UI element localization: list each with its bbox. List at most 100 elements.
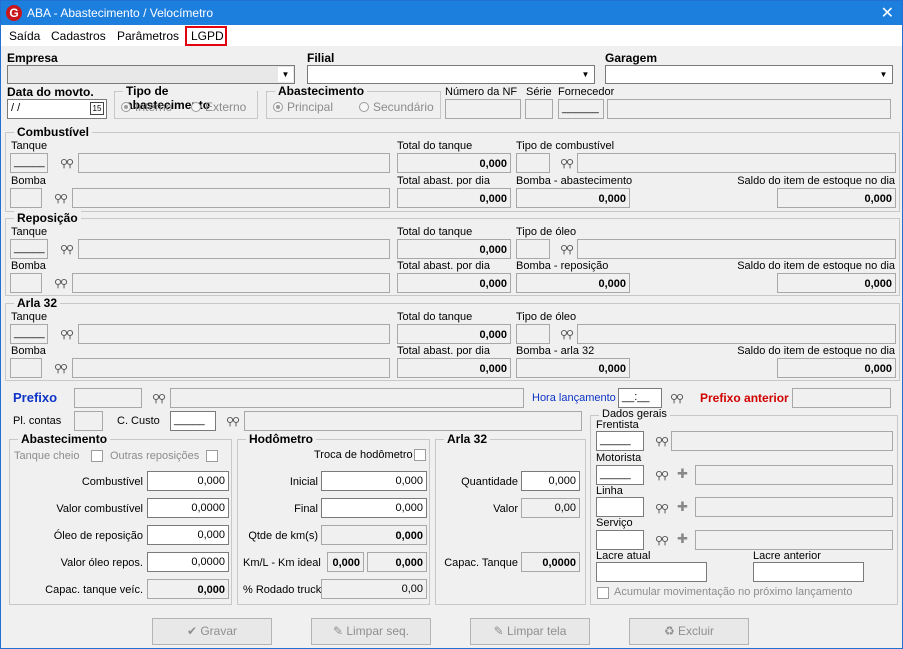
prefixo-name-input[interactable] bbox=[170, 388, 524, 408]
menu-parametros[interactable]: Parâmetros bbox=[117, 29, 179, 43]
bomba-label: Bomba bbox=[11, 345, 46, 357]
servico-input[interactable] bbox=[596, 530, 644, 550]
prefixo-input[interactable] bbox=[74, 388, 142, 408]
gravar-button[interactable]: ✔ Gravar bbox=[152, 618, 272, 645]
binoculars-icon[interactable]: ⚲⚲ bbox=[655, 469, 669, 482]
chevron-down-icon[interactable]: ▼ bbox=[578, 67, 593, 82]
tipo-name-input[interactable] bbox=[577, 153, 896, 173]
valor-oleo-input[interactable]: 0,0000 bbox=[147, 552, 229, 572]
tipo-name-input[interactable] bbox=[577, 239, 896, 259]
bomba-name-input[interactable] bbox=[72, 273, 390, 293]
add-icon[interactable]: ✚ bbox=[677, 499, 688, 515]
binoculars-icon[interactable]: ⚲⚲ bbox=[560, 243, 574, 256]
menu-lgpd[interactable]: LGPD bbox=[185, 26, 227, 46]
add-icon[interactable]: ✚ bbox=[677, 531, 688, 547]
radio-secundario[interactable]: Secundário bbox=[359, 100, 434, 114]
chevron-down-icon[interactable]: ▼ bbox=[876, 67, 891, 82]
quantidade-input[interactable]: 0,000 bbox=[521, 471, 580, 491]
add-icon[interactable]: ✚ bbox=[677, 466, 688, 482]
outras-checkbox[interactable] bbox=[206, 450, 218, 462]
troca-hodometro-label: Troca de hodômetro bbox=[314, 449, 413, 461]
binoculars-icon[interactable]: ⚲⚲ bbox=[54, 277, 68, 290]
linha-name-input[interactable] bbox=[695, 497, 893, 517]
tanque-cheio-checkbox[interactable] bbox=[91, 450, 103, 462]
binoculars-icon[interactable]: ⚲⚲ bbox=[226, 415, 240, 428]
troca-hodometro-checkbox[interactable] bbox=[414, 449, 426, 461]
fornecedor-code-input[interactable]: ______ bbox=[558, 99, 604, 119]
bomba-name-input[interactable] bbox=[72, 358, 390, 378]
binoculars-icon[interactable]: ⚲⚲ bbox=[670, 392, 684, 405]
frentista-input[interactable]: _____ bbox=[596, 431, 644, 451]
garagem-select[interactable]: ▼ bbox=[605, 65, 893, 84]
close-icon[interactable]: ✕ bbox=[881, 3, 894, 23]
inicial-input[interactable]: 0,000 bbox=[321, 471, 427, 491]
acumular-checkbox[interactable] bbox=[597, 587, 609, 599]
radio-principal[interactable]: Principal bbox=[273, 100, 333, 114]
tipo-name-input[interactable] bbox=[577, 324, 896, 344]
binoculars-icon[interactable]: ⚲⚲ bbox=[560, 328, 574, 341]
rodado-value: 0,00 bbox=[321, 579, 427, 599]
hora-input[interactable]: __:__ bbox=[618, 388, 662, 408]
saldo-value: 0,000 bbox=[777, 188, 896, 208]
limpar-seq-button[interactable]: ✎ Limpar seq. bbox=[311, 618, 431, 645]
lacre-anterior-input[interactable] bbox=[753, 562, 864, 582]
calendar-icon[interactable]: 15 bbox=[90, 102, 104, 115]
chevron-down-icon[interactable]: ▼ bbox=[278, 67, 293, 82]
prefixo-label: Prefixo bbox=[13, 390, 58, 405]
tanque-code-input[interactable]: _____ bbox=[10, 153, 48, 173]
binoculars-icon[interactable]: ⚲⚲ bbox=[54, 192, 68, 205]
binoculars-icon[interactable]: ⚲⚲ bbox=[560, 157, 574, 170]
motorista-input[interactable]: _____ bbox=[596, 465, 644, 485]
c-custo-name-input[interactable] bbox=[244, 411, 582, 431]
motorista-name-input[interactable] bbox=[695, 465, 893, 485]
oleo-reposicao-input[interactable]: 0,000 bbox=[147, 525, 229, 545]
tanque-code-input[interactable]: _____ bbox=[10, 239, 48, 259]
binoculars-icon[interactable]: ⚲⚲ bbox=[60, 157, 74, 170]
menu-saida[interactable]: Saída bbox=[9, 29, 40, 43]
capac-tanque-value: 0,000 bbox=[147, 579, 229, 599]
binoculars-icon[interactable]: ⚲⚲ bbox=[655, 534, 669, 547]
tipo-code-input[interactable] bbox=[516, 324, 550, 344]
binoculars-icon[interactable]: ⚲⚲ bbox=[655, 502, 669, 515]
serie-input[interactable] bbox=[525, 99, 553, 119]
frentista-name-input[interactable] bbox=[671, 431, 893, 451]
binoculars-icon[interactable]: ⚲⚲ bbox=[655, 435, 669, 448]
filial-select[interactable]: ▼ bbox=[307, 65, 595, 84]
binoculars-icon[interactable]: ⚲⚲ bbox=[60, 328, 74, 341]
radio-interno[interactable]: Interno bbox=[121, 100, 172, 114]
pl-contas-input[interactable] bbox=[74, 411, 103, 431]
app-logo-icon: G bbox=[6, 5, 22, 21]
combustivel-input[interactable]: 0,000 bbox=[147, 471, 229, 491]
arla-group: Arla 32 Tanque _____ ⚲⚲ Total do tanque … bbox=[5, 296, 900, 381]
servico-name-input[interactable] bbox=[695, 530, 893, 550]
bomba-code-input[interactable] bbox=[10, 188, 42, 208]
empresa-select[interactable]: ▼ bbox=[7, 65, 295, 84]
nf-input[interactable] bbox=[445, 99, 521, 119]
fornecedor-name-input[interactable] bbox=[607, 99, 891, 119]
excluir-button[interactable]: ♻ Excluir bbox=[629, 618, 749, 645]
tanque-name-input[interactable] bbox=[78, 324, 390, 344]
hora-label: Hora lançamento bbox=[532, 392, 616, 404]
tanque-name-input[interactable] bbox=[78, 239, 390, 259]
valor-combustivel-input[interactable]: 0,0000 bbox=[147, 498, 229, 518]
bomba-name-input[interactable] bbox=[72, 188, 390, 208]
linha-input[interactable] bbox=[596, 497, 644, 517]
binoculars-icon[interactable]: ⚲⚲ bbox=[152, 392, 166, 405]
limpar-tela-button[interactable]: ✎ Limpar tela bbox=[470, 618, 590, 645]
tanque-code-input[interactable]: _____ bbox=[10, 324, 48, 344]
tipo-code-input[interactable] bbox=[516, 153, 550, 173]
c-custo-input[interactable]: _____ bbox=[170, 411, 216, 431]
final-input[interactable]: 0,000 bbox=[321, 498, 427, 518]
binoculars-icon[interactable]: ⚲⚲ bbox=[60, 243, 74, 256]
tanque-cheio-label: Tanque cheio bbox=[14, 450, 80, 462]
menu-cadastros[interactable]: Cadastros bbox=[51, 29, 106, 43]
radio-externo[interactable]: Externo bbox=[191, 100, 246, 114]
abastecimento-title: Abastecimento bbox=[18, 432, 111, 446]
tanque-name-input[interactable] bbox=[78, 153, 390, 173]
bomba-code-input[interactable] bbox=[10, 273, 42, 293]
binoculars-icon[interactable]: ⚲⚲ bbox=[54, 362, 68, 375]
lacre-atual-input[interactable] bbox=[596, 562, 707, 582]
tipo-code-input[interactable] bbox=[516, 239, 550, 259]
bomba-code-input[interactable] bbox=[10, 358, 42, 378]
excluir-label: Excluir bbox=[678, 624, 715, 638]
